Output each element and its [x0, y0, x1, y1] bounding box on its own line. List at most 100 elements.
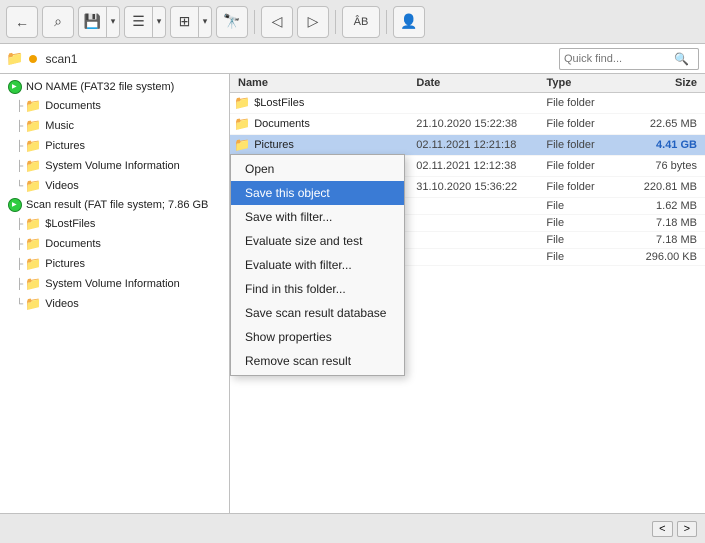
- search-icon[interactable]: 🔍: [674, 52, 689, 66]
- file-type-cell: File folder: [546, 181, 630, 193]
- tree-item-videos-1[interactable]: └ 📁 Videos: [0, 176, 229, 196]
- grid-split: ⊞ ▾: [170, 6, 212, 38]
- file-size-cell: 220.81 MB: [630, 181, 705, 193]
- search-button[interactable]: ⌕: [42, 6, 74, 38]
- file-type-cell: File folder: [546, 139, 630, 151]
- folder-icon: 📁: [25, 138, 41, 154]
- ctx-evaluate-filter[interactable]: Evaluate with filter...: [231, 253, 404, 277]
- save-button[interactable]: 💾: [78, 6, 106, 38]
- tree-item-music[interactable]: ├ 📁 Music: [0, 116, 229, 136]
- ctx-open[interactable]: Open: [231, 157, 404, 181]
- prev-button[interactable]: ◁: [261, 6, 293, 38]
- folder-icon: 📁: [25, 216, 41, 232]
- tree-item-no-name-drive[interactable]: NO NAME (FAT32 file system): [0, 78, 229, 96]
- file-size-cell: 4.41 GB: [630, 139, 705, 151]
- file-date-cell: 21.10.2020 15:22:38: [416, 118, 546, 130]
- tree-item-sysvolinfo-2[interactable]: ├ 📁 System Volume Information: [0, 274, 229, 294]
- tree-item-pictures-2[interactable]: ├ 📁 Pictures: [0, 254, 229, 274]
- search-input[interactable]: [564, 53, 674, 65]
- tree-item-documents-1[interactable]: ├ 📁 Documents: [0, 96, 229, 116]
- table-row[interactable]: 📁 $LostFiles File folder: [230, 93, 705, 114]
- folder-icon: 📁: [234, 137, 250, 153]
- file-type-cell: File: [546, 251, 630, 263]
- ctx-evaluate[interactable]: Evaluate size and test: [231, 229, 404, 253]
- binoculars-button[interactable]: 🔭: [216, 6, 248, 38]
- file-date-cell: 31.10.2020 15:36:22: [416, 181, 546, 193]
- folder-icon: 📁: [25, 98, 41, 114]
- sep1: [254, 10, 255, 34]
- file-type-cell: File: [546, 217, 630, 229]
- grid-dropdown-button[interactable]: ▾: [198, 6, 212, 38]
- next-button[interactable]: ▷: [297, 6, 329, 38]
- save-split: 💾 ▾: [78, 6, 120, 38]
- file-size-cell: 22.65 MB: [630, 118, 705, 130]
- file-date-cell: 02.11.2021 12:21:18: [416, 139, 546, 151]
- file-type-cell: File folder: [546, 97, 630, 109]
- grid-button[interactable]: ⊞: [170, 6, 198, 38]
- ctx-properties[interactable]: Show properties: [231, 325, 404, 349]
- file-type-cell: File: [546, 200, 630, 212]
- status-nav: < >: [652, 521, 697, 537]
- tree-item-pictures-1[interactable]: ├ 📁 Pictures: [0, 136, 229, 156]
- file-size-cell: 76 bytes: [630, 160, 705, 172]
- col-size-header[interactable]: Size: [630, 77, 705, 89]
- file-name-cell: 📁 $LostFiles: [230, 95, 416, 111]
- file-size-cell: 7.18 MB: [630, 217, 705, 229]
- ctx-save-filter[interactable]: Save with filter...: [231, 205, 404, 229]
- col-date-header[interactable]: Date: [416, 77, 546, 89]
- file-size-cell: 7.18 MB: [630, 234, 705, 246]
- folder-icon: 📁: [25, 158, 41, 174]
- folder-icon: 📁: [25, 276, 41, 292]
- table-row[interactable]: 📁 Pictures 02.11.2021 12:21:18 File fold…: [230, 135, 705, 156]
- table-row[interactable]: 📁 Documents 21.10.2020 15:22:38 File fol…: [230, 114, 705, 135]
- col-type-header[interactable]: Type: [546, 77, 630, 89]
- back-button[interactable]: ←: [6, 6, 38, 38]
- sep2: [335, 10, 336, 34]
- nav-prev-button[interactable]: <: [652, 521, 672, 537]
- scan-status-icon: [8, 198, 22, 212]
- nav-next-button[interactable]: >: [677, 521, 697, 537]
- context-menu: Open Save this object Save with filter..…: [230, 154, 405, 376]
- save-dropdown-button[interactable]: ▾: [106, 6, 120, 38]
- ctx-save[interactable]: Save this object: [231, 181, 404, 205]
- view-button[interactable]: ☰: [124, 6, 152, 38]
- tree-item-scan-result[interactable]: Scan result (FAT file system; 7.86 GB: [0, 196, 229, 214]
- main-area: NO NAME (FAT32 file system) ├ 📁 Document…: [0, 74, 705, 513]
- folder-icon: 📁: [234, 116, 250, 132]
- status-bar: < >: [0, 513, 705, 543]
- tree-item-documents-2[interactable]: ├ 📁 Documents: [0, 234, 229, 254]
- folder-icon: 📁: [234, 95, 250, 111]
- toolbar: ← ⌕ 💾 ▾ ☰ ▾ ⊞ ▾ 🔭 ◁ ▷ ÂB 👤: [0, 0, 705, 44]
- drive-status-icon: [8, 80, 22, 94]
- sep3: [386, 10, 387, 34]
- folder-icon: 📁: [25, 178, 41, 194]
- tree-item-lostfiles[interactable]: ├ 📁 $LostFiles: [0, 214, 229, 234]
- folder-icon: 📁: [25, 256, 41, 272]
- file-date-cell: 02.11.2021 12:12:38: [416, 160, 546, 172]
- address-bar: 📁 scan1 🔍: [0, 44, 705, 74]
- tree-item-sysvolinfo-1[interactable]: ├ 📁 System Volume Information: [0, 156, 229, 176]
- ctx-remove[interactable]: Remove scan result: [231, 349, 404, 373]
- view-dropdown-button[interactable]: ▾: [152, 6, 166, 38]
- folder-icon: 📁: [25, 296, 41, 312]
- profile-button[interactable]: 👤: [393, 6, 425, 38]
- file-type-cell: File folder: [546, 160, 630, 172]
- ab-button[interactable]: ÂB: [342, 6, 380, 38]
- address-text: scan1: [45, 52, 553, 66]
- file-name-cell: 📁 Pictures: [230, 137, 416, 153]
- view-split: ☰ ▾: [124, 6, 166, 38]
- file-size-cell: 1.62 MB: [630, 200, 705, 212]
- file-type-cell: File: [546, 234, 630, 246]
- right-panel: Name Date Type Size 📁 $LostFiles File fo…: [230, 74, 705, 513]
- file-name-cell: 📁 Documents: [230, 116, 416, 132]
- folder-icon: 📁: [25, 118, 41, 134]
- left-panel: NO NAME (FAT32 file system) ├ 📁 Document…: [0, 74, 230, 513]
- ctx-find[interactable]: Find in this folder...: [231, 277, 404, 301]
- file-type-cell: File folder: [546, 118, 630, 130]
- tree-item-videos-2[interactable]: └ 📁 Videos: [0, 294, 229, 314]
- folder-icon: 📁: [6, 50, 23, 67]
- ctx-save-scan[interactable]: Save scan result database: [231, 301, 404, 325]
- search-box[interactable]: 🔍: [559, 48, 699, 70]
- folder-icon: 📁: [25, 236, 41, 252]
- col-name-header[interactable]: Name: [230, 77, 416, 89]
